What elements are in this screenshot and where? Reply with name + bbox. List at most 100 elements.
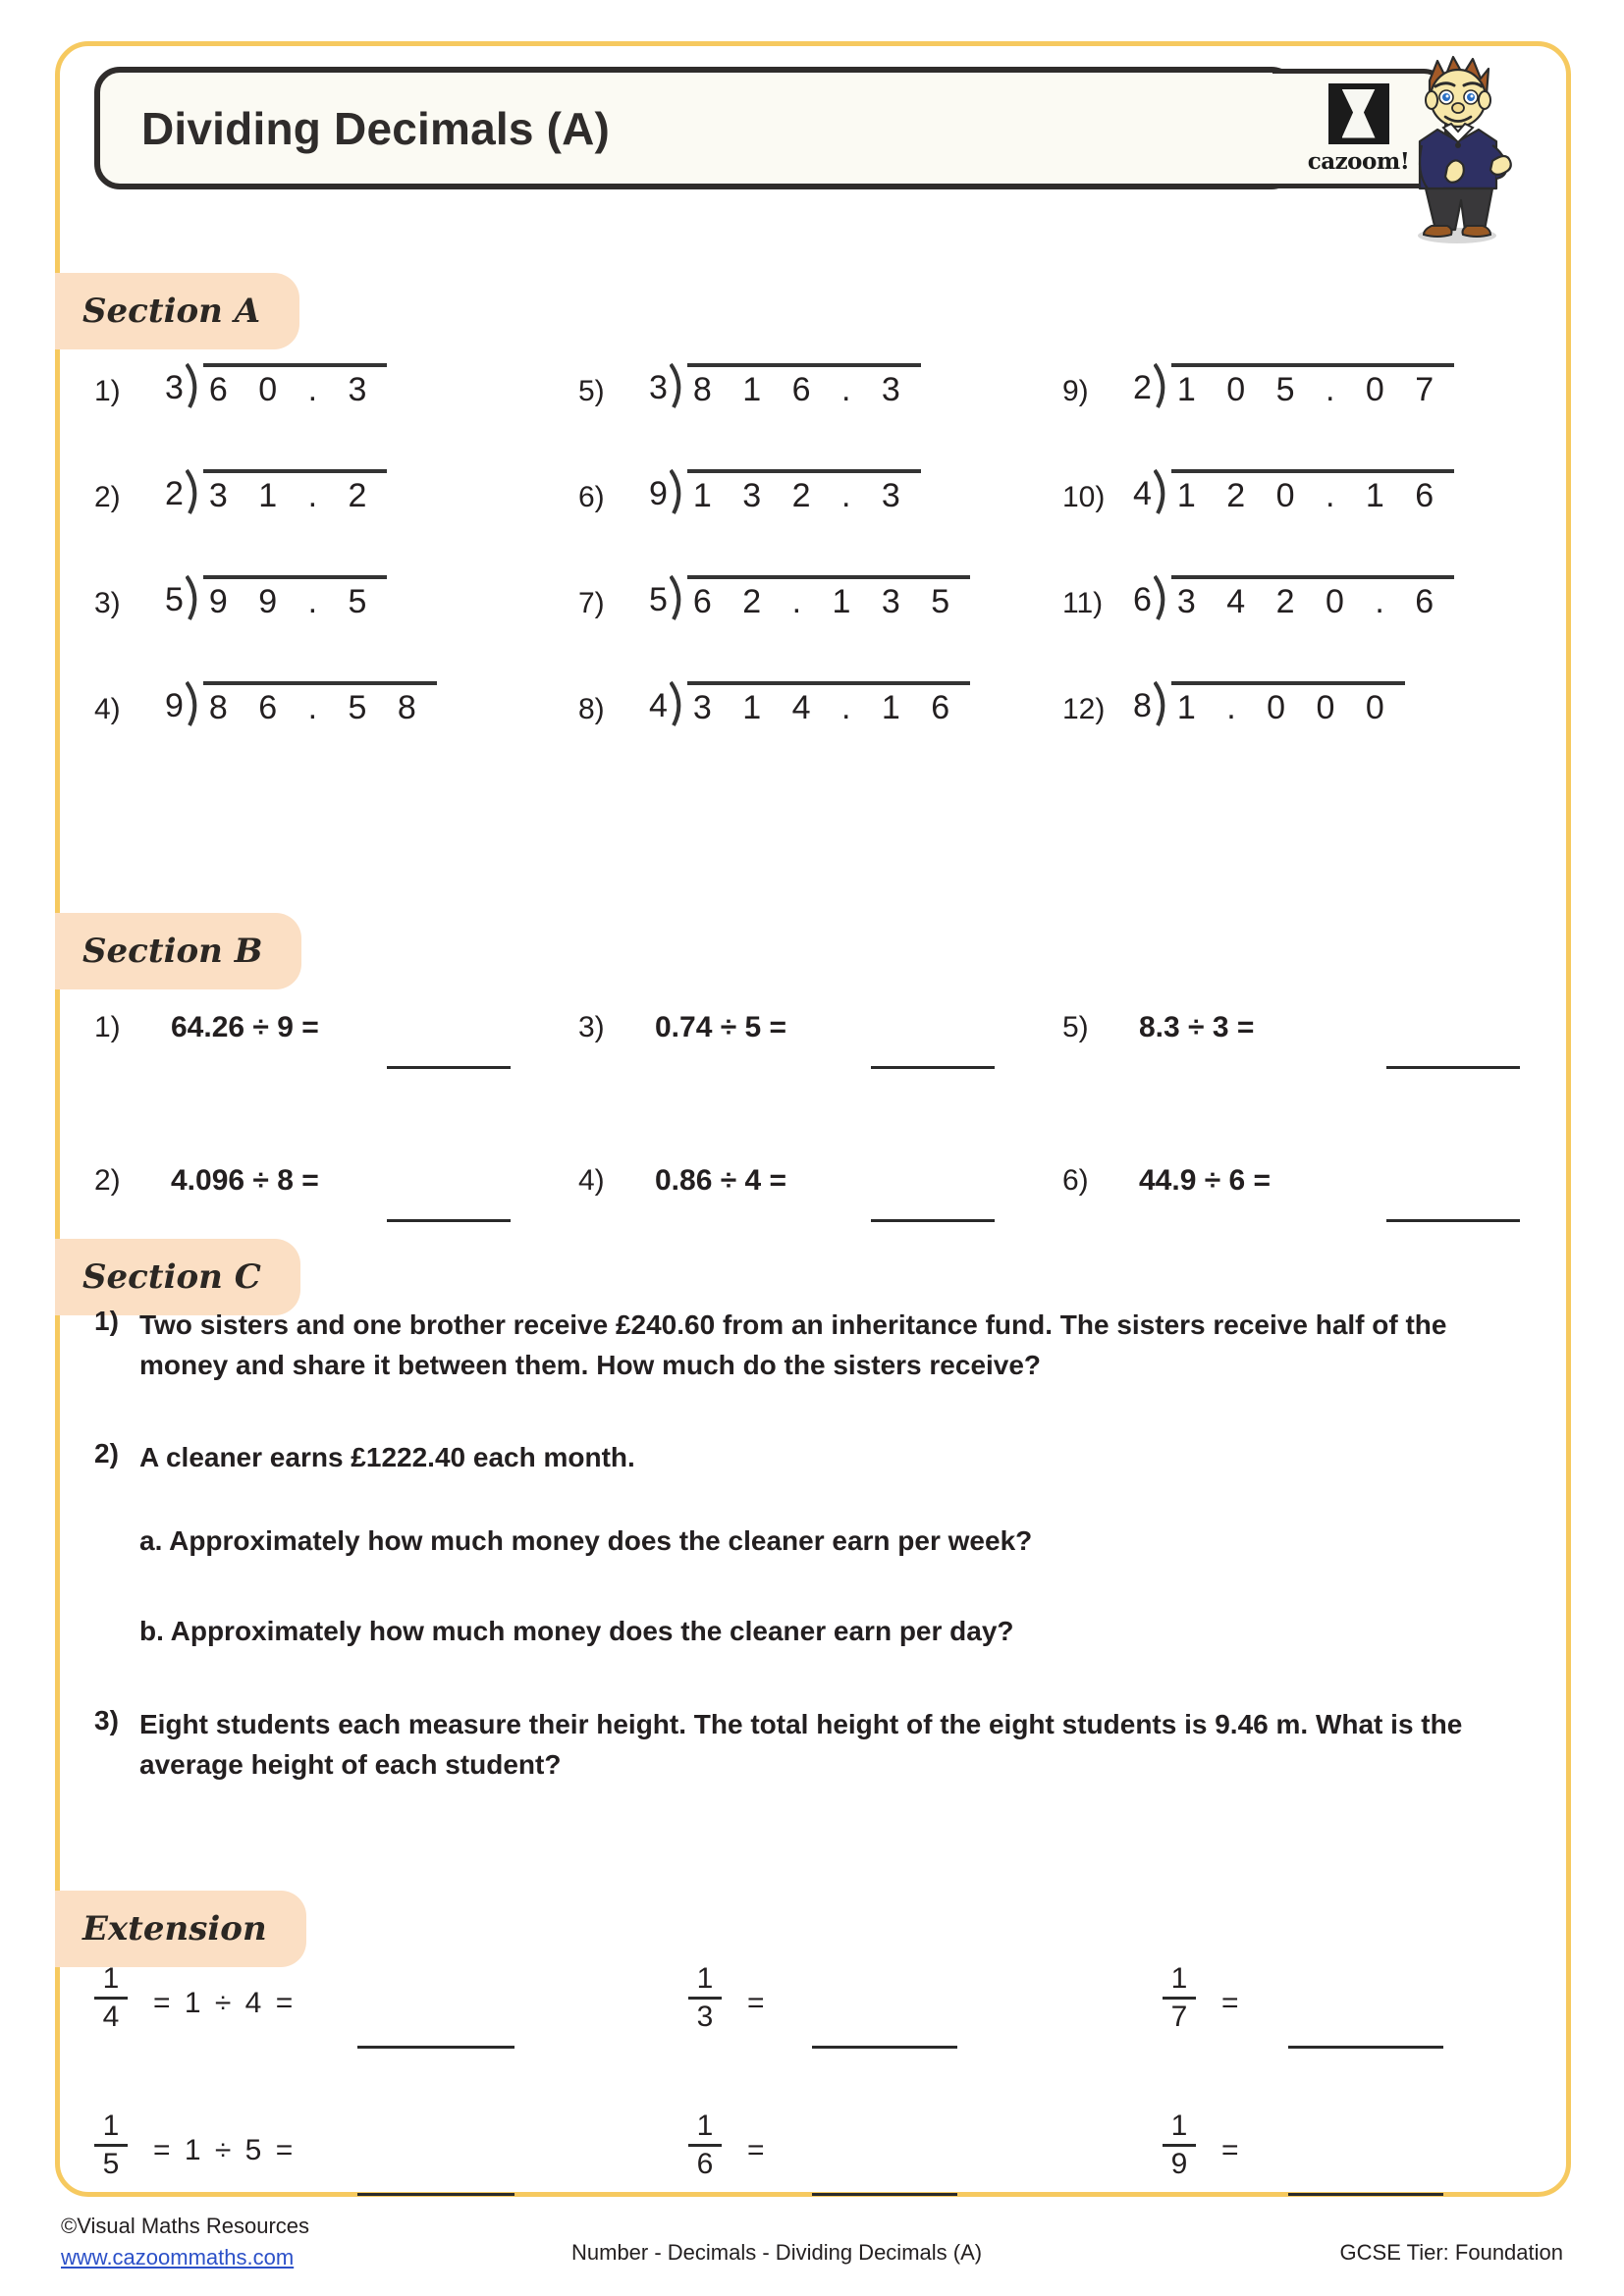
long-division-expression: 2 3 1 . 2 [165, 469, 388, 514]
extension-label: Extension [82, 1909, 267, 1949]
divisor: 5 [649, 581, 668, 618]
fraction: 1 7 [1163, 1963, 1196, 2032]
copyright-text: ©Visual Maths Resources [61, 2214, 310, 2238]
long-division-expression: 3 8 1 6 . 3 [649, 363, 921, 408]
dividend: 1 0 5 . 0 7 [1170, 363, 1455, 406]
answer-blank[interactable] [1386, 1066, 1520, 1069]
problem-part-b: b. Approximately how much money does the… [139, 1616, 1014, 1647]
fraction-numerator: 1 [102, 1962, 120, 1995]
fraction: 1 4 [94, 1963, 128, 2032]
answer-blank[interactable] [1386, 1219, 1520, 1222]
divisor: 3 [165, 369, 184, 406]
long-division-expression: 9 8 6 . 5 8 [165, 681, 437, 726]
answer-blank[interactable] [1288, 2193, 1443, 2196]
problem-number: 3) [94, 587, 121, 619]
divisor: 3 [649, 369, 668, 406]
dividend: 6 2 . 1 3 5 [686, 575, 971, 618]
fraction-bar [688, 1996, 722, 2000]
answer-blank[interactable] [357, 2046, 514, 2049]
division-bracket-icon [669, 363, 687, 408]
problem-text: A cleaner earns £1222.40 each month. [139, 1442, 635, 1473]
fraction-denominator: 9 [1170, 2147, 1188, 2180]
dividend: 8 1 6 . 3 [686, 363, 921, 406]
long-division-problem: 7) 5 6 2 . 1 3 5 [578, 575, 1062, 620]
fraction-denominator: 7 [1170, 2000, 1188, 2033]
long-division-problem: 10) 4 1 2 0 . 1 6 [1062, 469, 1546, 514]
answer-blank[interactable] [387, 1219, 511, 1222]
section-tag-b: Section B [55, 913, 302, 989]
section-b-label: Section B [82, 932, 263, 971]
problem-number: 10) [1062, 481, 1106, 513]
long-division-problem: 8) 4 3 1 4 . 1 6 [578, 681, 1062, 726]
fraction-numerator: 1 [1170, 2109, 1188, 2142]
division-bracket-icon [185, 681, 203, 726]
answer-blank[interactable] [812, 2193, 957, 2196]
fraction-bar [1163, 2143, 1196, 2147]
long-division-problem: 3) 5 9 9 . 5 [94, 575, 578, 620]
section-tag-c: Section C [55, 1239, 300, 1315]
fraction-problem: 1 9 = [1062, 2110, 1546, 2201]
dividend: 3 1 4 . 1 6 [686, 681, 971, 724]
fraction-numerator: 1 [696, 2109, 714, 2142]
division-bracket-icon [185, 575, 203, 620]
inline-division-problem: 6) 44.9 ÷ 6 = [1062, 1164, 1546, 1227]
section-a-row: 4) 9 8 6 . 5 8 8) 4 3 1 4 . 1 6 12) 8 1 … [94, 681, 1547, 726]
worksheet-footer: ©Visual Maths Resources www.cazoommaths.… [61, 2211, 1573, 2281]
fraction: 1 3 [688, 1963, 722, 2032]
long-division-problem: 12) 8 1 . 0 0 0 [1062, 681, 1546, 726]
division-bracket-icon [185, 469, 203, 514]
problem-number: 4) [94, 693, 121, 725]
long-division-problem: 4) 9 8 6 . 5 8 [94, 681, 578, 726]
long-division-expression: 2 1 0 5 . 0 7 [1133, 363, 1455, 408]
answer-blank[interactable] [871, 1066, 995, 1069]
section-a-row: 3) 5 9 9 . 5 7) 5 6 2 . 1 3 5 11) 6 3 4 … [94, 575, 1547, 620]
inline-division-problem: 4) 0.86 ÷ 4 = [578, 1164, 1062, 1227]
section-tag-extension: Extension [55, 1891, 306, 1967]
inline-division-problem: 5) 8.3 ÷ 3 = [1062, 1011, 1546, 1074]
answer-blank[interactable] [871, 1219, 995, 1222]
division-bracket-icon [1153, 575, 1171, 620]
page-title: Dividing Decimals (A) [141, 102, 611, 154]
answer-blank[interactable] [387, 1066, 511, 1069]
fraction-rhs: = [747, 2134, 768, 2166]
problem-number: 5) [578, 375, 605, 407]
division-expression: 0.86 ÷ 4 = [655, 1164, 787, 1197]
long-division-expression: 3 6 0 . 3 [165, 363, 388, 408]
fraction-problem: 1 4 = 1 ÷ 4 = [94, 1963, 578, 2054]
worksheet-header: Dividing Decimals (A) cazoom! [94, 67, 1449, 194]
problem-number: 8) [578, 693, 605, 725]
fraction-rhs: = 1 ÷ 4 = [153, 1987, 297, 2019]
dividend: 3 4 2 0 . 6 [1170, 575, 1455, 618]
word-problem: 2) A cleaner earns £1222.40 each month. [94, 1438, 1508, 1478]
website-link[interactable]: www.cazoommaths.com [61, 2242, 309, 2273]
student-boy-thumbs-up-illustration-icon [1386, 51, 1524, 247]
section-b-row: 2) 4.096 ÷ 8 = 4) 0.86 ÷ 4 = 6) 44.9 ÷ 6… [94, 1164, 1547, 1227]
section-b-problems: 1) 64.26 ÷ 9 = 3) 0.74 ÷ 5 = 5) 8.3 ÷ 3 … [94, 1011, 1547, 1317]
section-c-label: Section C [82, 1257, 261, 1297]
divisor: 6 [1133, 581, 1152, 618]
fraction-problem: 1 7 = [1062, 1963, 1546, 2054]
answer-blank[interactable] [357, 2193, 514, 2196]
fraction: 1 5 [94, 2110, 128, 2179]
fraction-bar [94, 2143, 128, 2147]
problem-number: 7) [578, 587, 605, 619]
fraction-denominator: 6 [696, 2147, 714, 2180]
problem-number: 1) [94, 1306, 119, 1336]
answer-blank[interactable] [812, 2046, 957, 2049]
fraction-bar [688, 2143, 722, 2147]
division-bracket-icon [185, 363, 203, 408]
answer-blank[interactable] [1288, 2046, 1443, 2049]
section-c-questions: 1) Two sisters and one brother receive £… [94, 1306, 1508, 1810]
dividend: 1 . 0 0 0 [1170, 681, 1405, 724]
long-division-expression: 5 6 2 . 1 3 5 [649, 575, 971, 620]
division-bracket-icon [1153, 681, 1171, 726]
section-a-row: 1) 3 6 0 . 3 5) 3 8 1 6 . 3 9) 2 1 0 5 .… [94, 363, 1547, 408]
fraction-rhs: = [1221, 1987, 1242, 2019]
fraction-problem: 1 6 = [578, 2110, 1062, 2201]
fraction-denominator: 3 [696, 2000, 714, 2033]
fraction-rhs: = 1 ÷ 5 = [153, 2134, 297, 2166]
problem-number: 2) [94, 1164, 121, 1197]
fraction-rhs: = [1221, 2134, 1242, 2166]
problem-number: 2) [94, 481, 121, 513]
division-bracket-icon [669, 575, 687, 620]
